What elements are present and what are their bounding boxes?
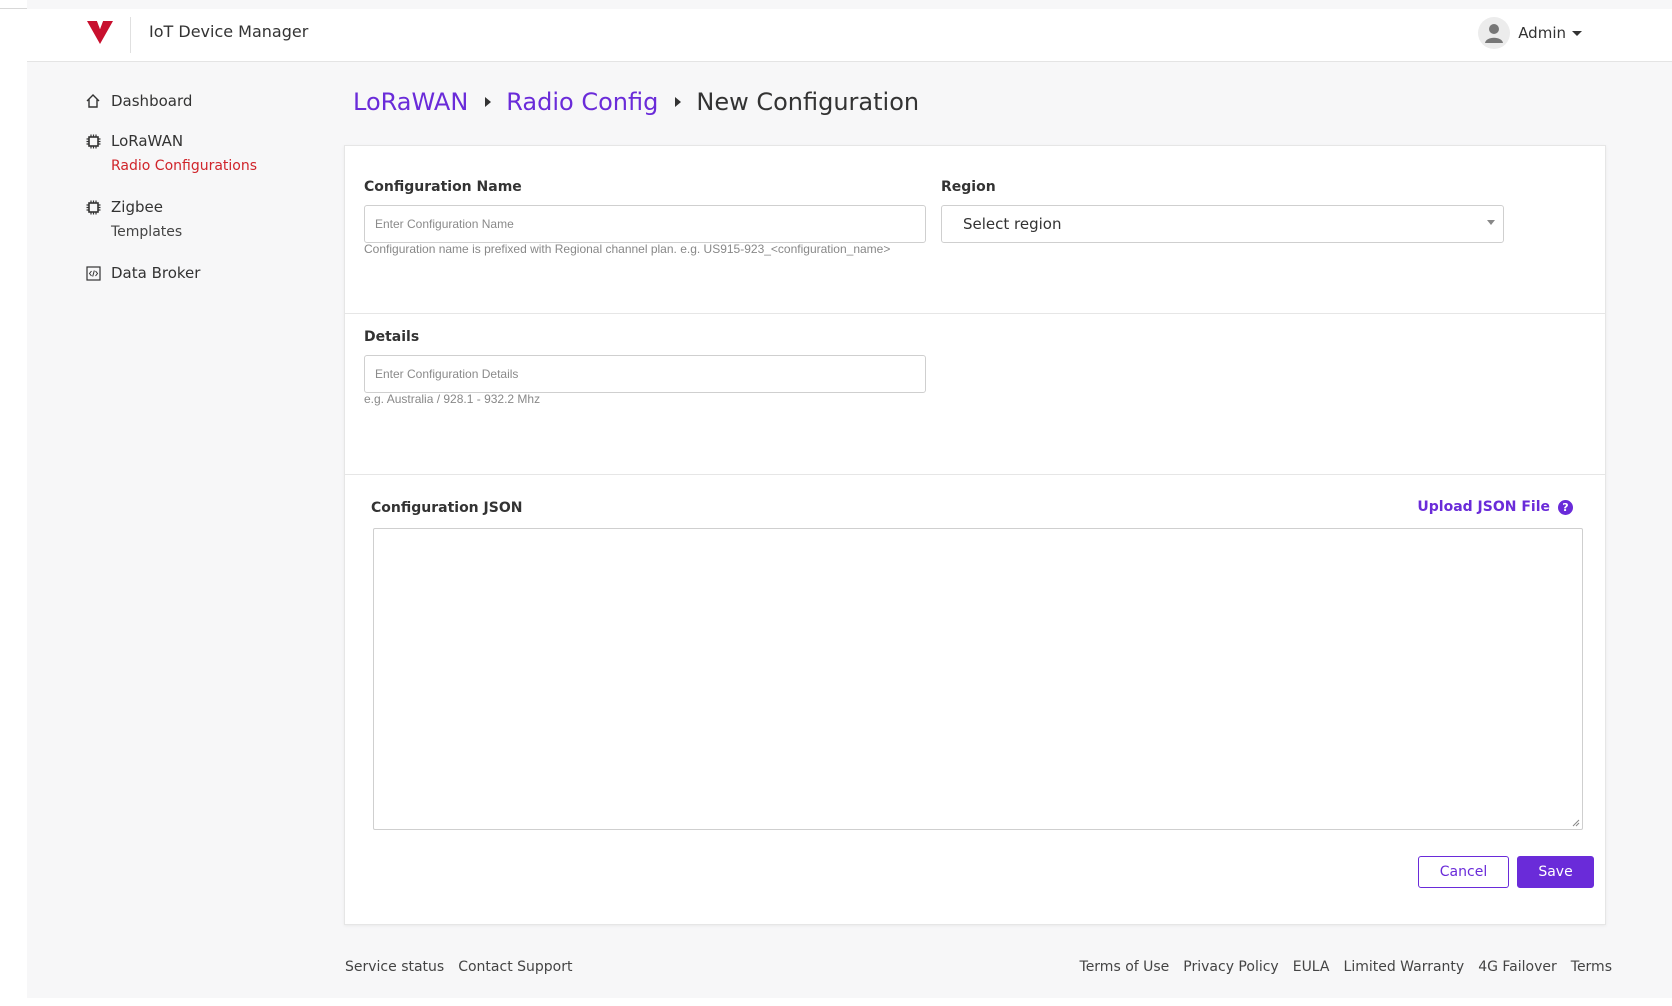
sidebar-subitem-templates[interactable]: Templates <box>111 224 305 244</box>
caret-right-icon <box>675 97 682 107</box>
config-name-label: Configuration Name <box>364 179 522 195</box>
footer-link-terms-of-use[interactable]: Terms of Use <box>1080 959 1170 975</box>
code-box-icon <box>85 265 101 281</box>
chip-icon <box>85 199 101 215</box>
caret-right-icon <box>485 97 492 107</box>
sidebar-item-dashboard[interactable]: Dashboard <box>85 90 305 112</box>
breadcrumb: LoRaWAN Radio Config New Configuration <box>353 88 919 116</box>
region-label: Region <box>941 179 996 195</box>
sidebar-item-label: LoRaWAN <box>111 132 184 150</box>
footer-link-eula[interactable]: EULA <box>1293 959 1330 975</box>
region-select-value: Select region <box>963 215 1062 233</box>
upload-json-button[interactable]: Upload JSON File ? <box>1417 499 1573 515</box>
brand-logo-icon[interactable] <box>85 19 115 45</box>
footer-right-links: Terms of Use Privacy Policy EULA Limited… <box>1080 959 1612 975</box>
home-icon <box>85 93 101 109</box>
configuration-form-card: Configuration Name Configuration name is… <box>344 145 1606 925</box>
top-header: IoT Device Manager Admin <box>27 9 1672 62</box>
footer-link-privacy-policy[interactable]: Privacy Policy <box>1183 959 1278 975</box>
footer-left-links: Service status Contact Support <box>345 959 586 975</box>
chip-icon <box>85 133 101 149</box>
help-icon[interactable]: ? <box>1558 499 1573 515</box>
details-input[interactable] <box>364 355 926 393</box>
app-title: IoT Device Manager <box>149 22 309 41</box>
page-title: New Configuration <box>696 88 920 116</box>
save-button[interactable]: Save <box>1517 856 1594 888</box>
sidebar-item-label: Zigbee <box>111 198 163 216</box>
user-menu[interactable]: Admin <box>1478 17 1582 49</box>
breadcrumb-lorawan[interactable]: LoRaWAN <box>353 88 468 116</box>
sidebar-item-label: Data Broker <box>111 264 201 282</box>
user-name: Admin <box>1518 24 1566 42</box>
config-name-input[interactable] <box>364 205 926 243</box>
chevron-down-icon <box>1572 30 1582 36</box>
upload-json-label: Upload JSON File <box>1417 499 1550 515</box>
sidebar-item-label: Dashboard <box>111 92 193 110</box>
details-help: e.g. Australia / 928.1 - 932.2 Mhz <box>364 392 541 406</box>
region-select[interactable]: Select region <box>941 205 1504 243</box>
config-json-textarea[interactable] <box>373 528 1583 830</box>
chevron-down-icon <box>1487 220 1495 225</box>
user-avatar-icon <box>1478 17 1511 49</box>
name-region-section: Configuration Name Configuration name is… <box>345 146 1605 314</box>
sidebar-item-zigbee[interactable]: Zigbee <box>85 196 305 218</box>
header-divider <box>130 17 131 53</box>
breadcrumb-radio-config[interactable]: Radio Config <box>506 88 658 116</box>
config-json-label: Configuration JSON <box>371 500 523 516</box>
sidebar: Dashboard LoRaWAN Radio Configurations Z… <box>85 90 305 302</box>
footer-link-terms[interactable]: Terms <box>1571 959 1612 975</box>
sidebar-item-data-broker[interactable]: Data Broker <box>85 262 305 284</box>
cancel-button[interactable]: Cancel <box>1418 856 1509 888</box>
sidebar-subitem-radio-configurations[interactable]: Radio Configurations <box>111 158 305 178</box>
resize-handle-icon[interactable] <box>1571 818 1580 827</box>
footer-link-service-status[interactable]: Service status <box>345 959 444 975</box>
footer-link-contact-support[interactable]: Contact Support <box>458 959 572 975</box>
details-label: Details <box>364 329 420 345</box>
footer-link-limited-warranty[interactable]: Limited Warranty <box>1344 959 1465 975</box>
json-section: Configuration JSON Upload JSON File ? <box>345 475 1605 926</box>
details-section: Details e.g. Australia / 928.1 - 932.2 M… <box>345 314 1605 475</box>
config-name-help: Configuration name is prefixed with Regi… <box>364 242 891 256</box>
footer-link-4g-failover[interactable]: 4G Failover <box>1478 959 1557 975</box>
sidebar-item-lorawan[interactable]: LoRaWAN <box>85 130 305 152</box>
